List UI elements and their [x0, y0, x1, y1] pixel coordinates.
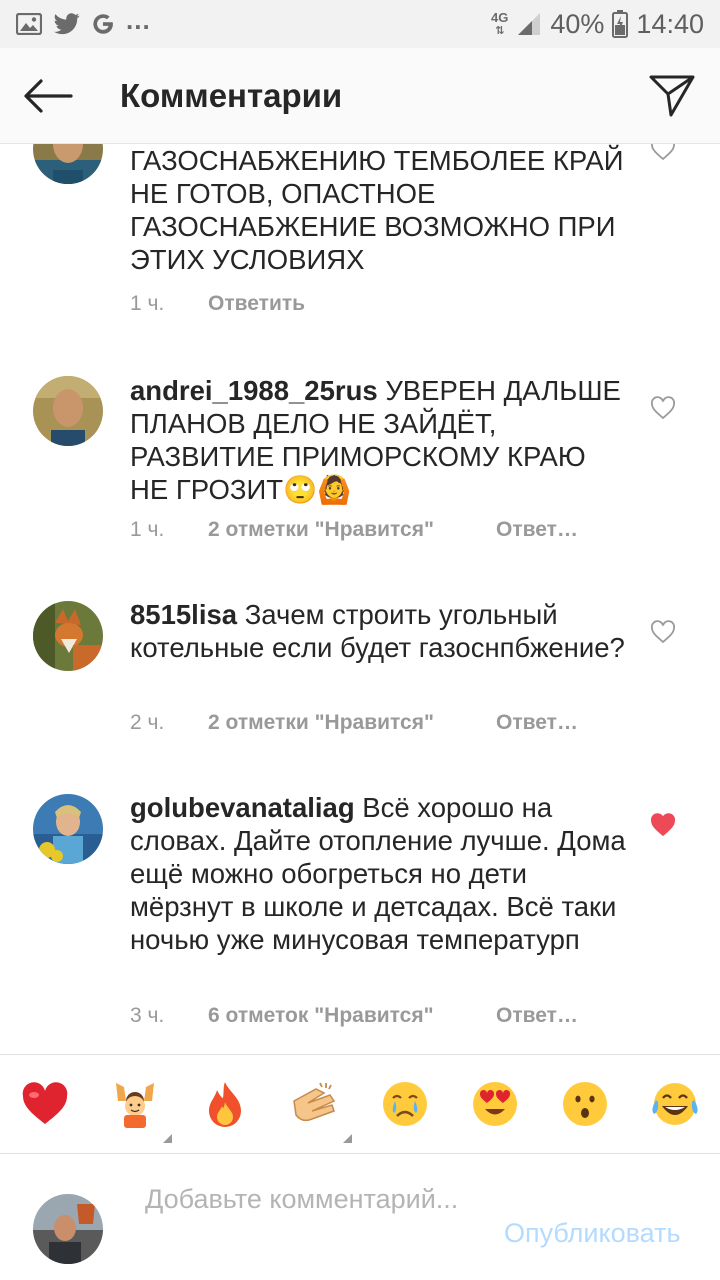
fire-icon	[209, 1082, 241, 1127]
raising-hands-emoji-button[interactable]	[110, 1079, 172, 1143]
comment-username[interactable]: golubevanataliag	[130, 792, 355, 823]
comment-meta: 2 ч. 2 отметки "Нравится" Ответ…	[130, 711, 578, 735]
tears-of-joy-face-emoji-button[interactable]	[650, 1079, 700, 1129]
comment-time: 1 ч.	[130, 292, 165, 315]
crying-face-emoji-button[interactable]	[380, 1079, 430, 1129]
surprised-face-emoji-button[interactable]	[560, 1079, 610, 1129]
raising-hands-icon	[116, 1083, 154, 1128]
skin-tone-indicator	[163, 1134, 172, 1143]
comment-meta: 1 ч. 2 отметки "Нравится" Ответ…	[130, 518, 578, 542]
page-title: Комментарии	[120, 76, 343, 114]
likes-count[interactable]: 2 отметки "Нравится"	[208, 711, 496, 735]
back-button[interactable]	[0, 48, 96, 144]
comment-body: ГАЗОСНАБЖЕНИЮ ТЕМБОЛЕЕ КРАЙ НЕ ГОТОВ, ОП…	[130, 145, 624, 275]
status-bar: ... 4G ⇅ 40% 14:40	[0, 0, 720, 48]
heart-outline-icon	[651, 396, 675, 420]
red-heart-emoji-button[interactable]	[20, 1079, 70, 1129]
add-comment-bar: Опубликовать	[0, 1154, 720, 1280]
avatar[interactable]	[33, 601, 103, 671]
likes-count[interactable]: 2 отметки "Нравится"	[208, 518, 496, 542]
avatar[interactable]	[33, 794, 103, 864]
comment-time: 1 ч.	[130, 518, 165, 541]
reply-button[interactable]: Ответ…	[496, 518, 578, 542]
like-button[interactable]	[646, 144, 680, 166]
app-header: Комментарии	[0, 48, 720, 144]
clock: 14:40	[636, 8, 704, 39]
reply-button[interactable]: Ответ…	[496, 1004, 578, 1028]
comment-username[interactable]: andrei_1988_25rus	[130, 375, 378, 406]
google-icon	[92, 13, 114, 35]
network-type: 4G ⇅	[491, 9, 509, 37]
comment-meta: 1 ч. Ответить	[130, 292, 305, 316]
signal-icon	[516, 11, 542, 37]
back-arrow-icon	[24, 78, 73, 113]
comment-input[interactable]	[145, 1182, 475, 1256]
heart-outline-icon	[651, 144, 675, 161]
red-heart-icon	[22, 1082, 68, 1124]
gallery-icon	[16, 13, 42, 35]
comment-text: andrei_1988_25rus УВЕРЕН ДАЛЬШЕ ПЛАНОВ Д…	[130, 374, 630, 506]
surprised-face-icon	[563, 1082, 607, 1126]
reply-button[interactable]: Ответ…	[496, 711, 578, 735]
battery-percent: 40%	[550, 8, 605, 39]
skin-tone-indicator	[343, 1134, 352, 1143]
comment-text: golubevanataliag Всё хорошо на словах. Д…	[130, 791, 630, 956]
likes-count[interactable]: 6 отметок "Нравится"	[208, 1004, 496, 1028]
tears-of-joy-face-icon	[652, 1083, 698, 1125]
paper-plane-icon	[649, 75, 695, 116]
fire-emoji-button[interactable]	[200, 1079, 250, 1129]
comment-time: 3 ч.	[130, 1004, 165, 1027]
comment-text: 8515lisa Зачем строить угольный котельны…	[130, 598, 630, 664]
emoji-bar	[0, 1054, 720, 1154]
twitter-icon	[54, 13, 80, 35]
crying-face-icon	[383, 1082, 427, 1126]
heart-eyes-face-emoji-button[interactable]	[470, 1079, 520, 1129]
direct-share-button[interactable]	[624, 48, 720, 144]
publish-button[interactable]: Опубликовать	[504, 1218, 681, 1249]
clapping-hands-icon	[293, 1082, 336, 1122]
status-overflow: ...	[126, 4, 151, 35]
heart-filled-icon	[651, 813, 675, 837]
battery-icon	[612, 10, 629, 38]
like-button[interactable]	[646, 391, 680, 425]
avatar[interactable]	[33, 376, 103, 446]
comment-text: ГАЗОСНАБЖЕНИЮ ТЕМБОЛЕЕ КРАЙ НЕ ГОТОВ, ОП…	[130, 144, 630, 276]
heart-outline-icon	[651, 620, 675, 644]
clapping-hands-emoji-button[interactable]	[290, 1079, 352, 1143]
reply-button[interactable]: Ответить	[208, 292, 305, 316]
comment-username[interactable]: 8515lisa	[130, 599, 237, 630]
avatar[interactable]	[33, 144, 103, 184]
current-user-avatar	[33, 1194, 103, 1264]
heart-eyes-face-icon	[473, 1082, 517, 1126]
comment-time: 2 ч.	[130, 711, 165, 734]
like-button[interactable]	[646, 615, 680, 649]
like-button[interactable]	[646, 808, 680, 842]
comment-list[interactable]: ГАЗОСНАБЖЕНИЮ ТЕМБОЛЕЕ КРАЙ НЕ ГОТОВ, ОП…	[0, 144, 720, 1054]
comment-meta: 3 ч. 6 отметок "Нравится" Ответ…	[130, 1004, 578, 1028]
